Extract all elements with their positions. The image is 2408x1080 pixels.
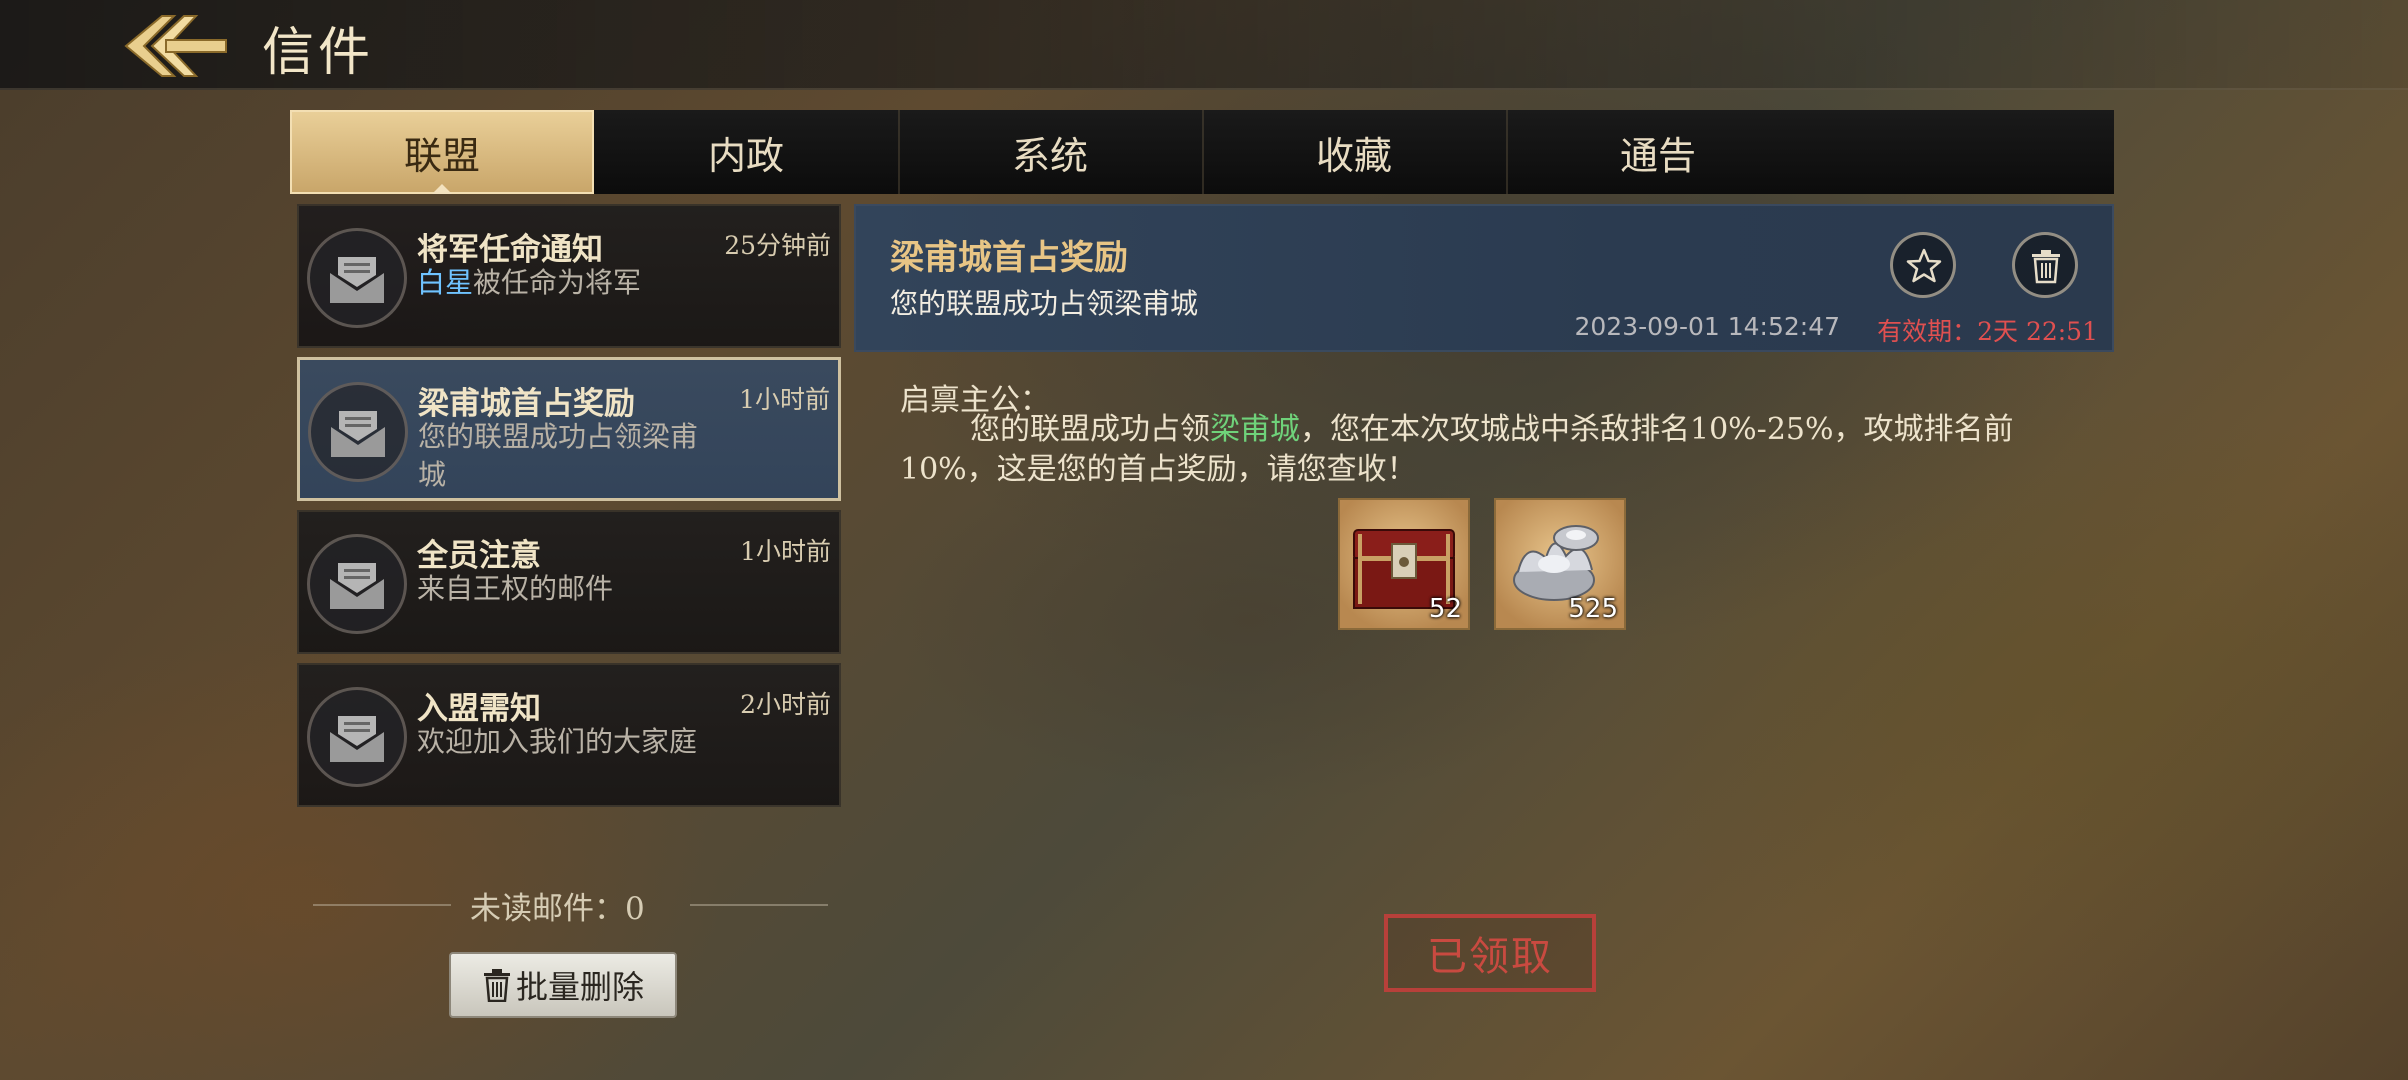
envelope-icon bbox=[307, 687, 407, 787]
tab-alliance[interactable]: 联盟 bbox=[290, 110, 594, 194]
mail-title: 入盟需知 bbox=[417, 691, 541, 727]
divider-right bbox=[690, 904, 828, 906]
player-name: 白星 bbox=[417, 266, 474, 299]
mail-preview-text: 被任命为将军 bbox=[473, 266, 642, 299]
star-icon bbox=[1906, 248, 1942, 283]
claimed-stamp: 已领取 bbox=[1384, 914, 1596, 992]
mail-expiry: 有效期：2天 22:51 bbox=[1877, 317, 2098, 346]
mail-detail-header: 梁甫城首占奖励 您的联盟成功占领梁甫城 2023-09-01 14:52:47 … bbox=[854, 204, 2114, 352]
mail-list-item[interactable]: 全员注意 1小时前 来自王权的邮件 bbox=[297, 510, 841, 654]
mail-detail-title: 梁甫城首占奖励 bbox=[890, 238, 1128, 278]
mail-preview: 欢迎加入我们的大家庭 bbox=[417, 725, 698, 758]
trash-icon bbox=[2032, 250, 2060, 284]
mail-detail-subtitle: 您的联盟成功占领梁甫城 bbox=[890, 287, 1199, 320]
mail-list-item[interactable]: 将军任命通知 25分钟前 白星被任命为将军 bbox=[297, 204, 841, 348]
envelope-icon bbox=[307, 534, 407, 634]
mail-title: 将军任命通知 bbox=[417, 232, 603, 268]
mail-time: 1小时前 bbox=[740, 537, 831, 566]
mail-preview: 来自王权的邮件 bbox=[417, 572, 614, 605]
reward-item[interactable]: 525 bbox=[1494, 498, 1626, 630]
mail-list-item[interactable]: 入盟需知 2小时前 欢迎加入我们的大家庭 bbox=[297, 663, 841, 807]
back-arrow-icon bbox=[124, 15, 227, 77]
mail-title: 全员注意 bbox=[417, 538, 541, 574]
divider-left bbox=[313, 904, 451, 906]
envelope-icon bbox=[307, 228, 407, 328]
trash-icon bbox=[483, 969, 510, 1002]
delete-mail-button[interactable] bbox=[2012, 232, 2078, 298]
reward-quantity: 52 bbox=[1428, 594, 1462, 624]
mail-preview: 白星被任命为将军 bbox=[417, 264, 717, 302]
bulk-delete-label: 批量删除 bbox=[515, 968, 644, 1006]
reward-quantity: 525 bbox=[1568, 594, 1618, 624]
mail-body: 您的联盟成功占领梁甫城，您在本次攻城战中杀敌排名10%-25%，攻城排名前10%… bbox=[900, 410, 2060, 490]
tab-favorites[interactable]: 收藏 bbox=[1202, 110, 1508, 194]
page-title: 信件 bbox=[262, 23, 375, 83]
mail-list-item-selected[interactable]: 梁甫城首占奖励 1小时前 您的联盟成功占领梁甫城 bbox=[297, 357, 841, 501]
mail-time: 25分钟前 bbox=[724, 231, 831, 260]
city-name: 梁甫城 bbox=[1210, 412, 1300, 447]
mail-time: 1小时前 bbox=[739, 385, 830, 414]
mail-preview: 您的联盟成功占领梁甫城 bbox=[418, 420, 699, 491]
bulk-delete-button[interactable]: 批量删除 bbox=[449, 952, 677, 1018]
back-button[interactable] bbox=[122, 8, 232, 84]
tab-announcements[interactable]: 通告 bbox=[1506, 110, 1810, 194]
mail-title: 梁甫城首占奖励 bbox=[418, 386, 635, 422]
tab-bar: 联盟 内政 系统 收藏 通告 bbox=[290, 110, 2114, 194]
mail-date: 2023-09-01 14:52:47 bbox=[1574, 312, 1840, 341]
tab-internal-affairs[interactable]: 内政 bbox=[594, 110, 900, 194]
mail-time: 2小时前 bbox=[740, 690, 831, 719]
mail-body-text: 您的联盟成功占领 bbox=[970, 412, 1210, 447]
favorite-button[interactable] bbox=[1890, 232, 1956, 298]
reward-item[interactable]: 52 bbox=[1338, 498, 1470, 630]
unread-count: 未读邮件：0 bbox=[470, 891, 645, 927]
envelope-icon bbox=[308, 382, 408, 482]
tab-system[interactable]: 系统 bbox=[898, 110, 1204, 194]
